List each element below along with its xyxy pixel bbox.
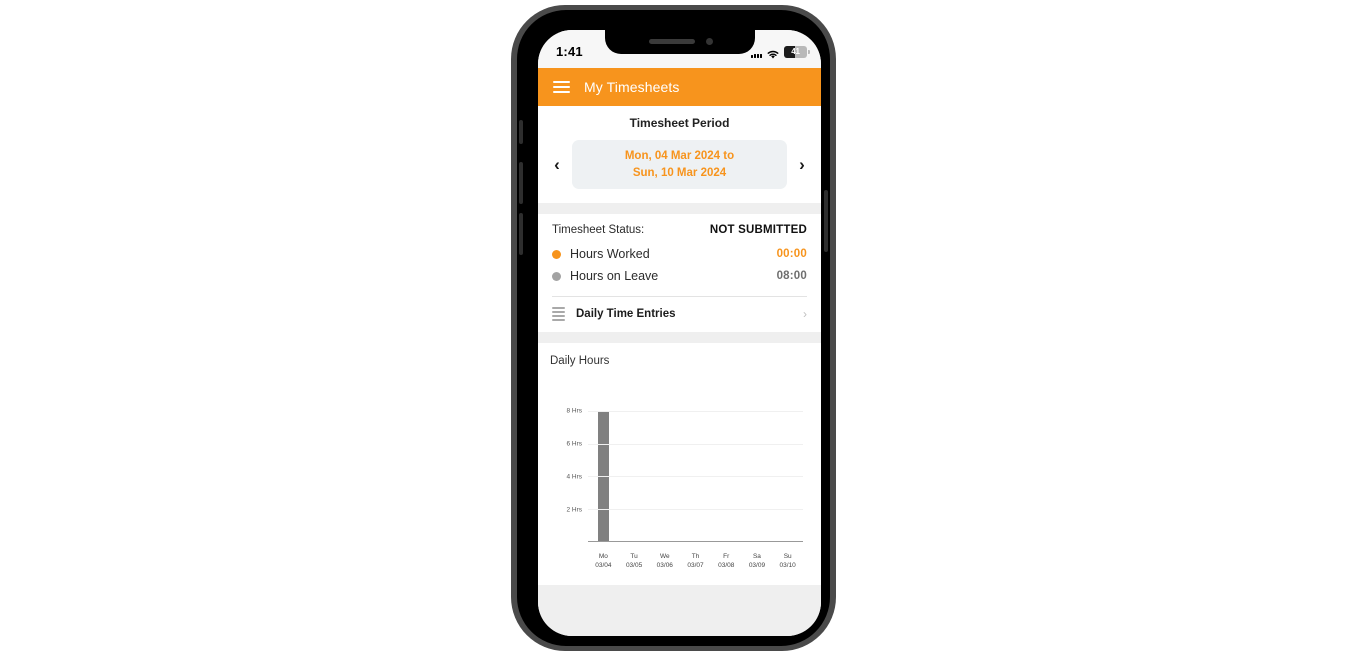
chart-x-tick-day: Tu [630, 552, 638, 560]
chevron-left-icon[interactable]: ‹ [550, 152, 564, 178]
chart-x-tick-day: Su [783, 552, 792, 560]
chart-y-tick-label: 2 Hrs [566, 506, 582, 514]
chart-x-tick-date: 03/08 [718, 561, 735, 569]
chart-x-tick-date: 03/07 [687, 561, 704, 569]
screenshot-stage: 1:41 41 My Timesheets Timesheet Period ‹… [0, 0, 1346, 656]
chart-gridline: 2 Hrs [566, 506, 803, 513]
chart-x-tick-day: Sa [752, 552, 761, 560]
volume-down-button[interactable] [519, 213, 523, 255]
card-spacer [538, 332, 821, 344]
chart-y-tick-label: 6 Hrs [566, 440, 582, 448]
chart-x-tick: Sa 03/09 [742, 552, 773, 571]
chevron-right-icon[interactable]: › [795, 152, 809, 178]
chart-x-tick-day: Th [691, 552, 700, 560]
timesheet-status-card: Timesheet Status: NOT SUBMITTED Hours Wo… [538, 214, 821, 333]
phone-notch [604, 30, 755, 54]
timesheet-period-card: Timesheet Period ‹ Mon, 04 Mar 2024 to S… [538, 106, 821, 204]
status-bar-indicators: 41 [751, 46, 810, 59]
daily-time-entries-row[interactable]: Daily Time Entries › [552, 296, 807, 332]
list-lines-icon [552, 307, 565, 322]
hours-on-leave-label: Hours on Leave [570, 269, 659, 284]
chart-x-axis-labels: Mo 03/04 Tu 03/05 We 03/06 Th 03/07 Fr 03/08 Sa 03/… [588, 552, 803, 571]
hours-worked-value: 00:00 [776, 248, 807, 261]
chart-x-tick: Mo 03/04 [588, 552, 619, 571]
period-range-start: Mon, 04 Mar 2024 to [624, 150, 735, 162]
phone-frame: 1:41 41 My Timesheets Timesheet Period ‹… [511, 5, 836, 651]
silent-switch-button[interactable] [519, 120, 523, 144]
chart-x-tick: Th 03/07 [680, 552, 711, 571]
phone-screen: 1:41 41 My Timesheets Timesheet Period ‹… [538, 30, 821, 636]
app-bar: My Timesheets [538, 68, 821, 106]
page-title: My Timesheets [584, 79, 680, 95]
chart-x-tick-date: 03/04 [595, 561, 612, 569]
chart-gridline: 8 Hrs [566, 408, 803, 415]
chart-y-tick-label: 4 Hrs [566, 473, 582, 481]
wifi-icon [766, 47, 780, 59]
chart-x-tick-day: We [659, 552, 670, 560]
timesheet-period-title: Timesheet Period [629, 116, 730, 130]
battery-percent-label: 41 [791, 47, 800, 56]
chart-x-tick-day: Fr [723, 552, 730, 560]
period-range-pill[interactable]: Mon, 04 Mar 2024 to Sun, 10 Mar 2024 [572, 140, 787, 190]
chart-x-tick-day: Mo [598, 552, 608, 560]
battery-icon: 41 [784, 46, 810, 58]
hours-worked-row: Hours Worked 00:00 [552, 245, 807, 267]
timesheet-status-row: Timesheet Status: NOT SUBMITTED [552, 224, 807, 236]
cellular-signal-icon [751, 49, 762, 58]
chart-x-tick-date: 03/05 [625, 561, 643, 569]
chart-x-tick: Su 03/10 [772, 552, 803, 571]
hours-on-leave-dot-icon [552, 271, 561, 281]
chevron-right-icon: › [803, 307, 807, 322]
phone-body: 1:41 41 My Timesheets Timesheet Period ‹… [517, 10, 830, 646]
chart-x-tick: Tu 03/05 [619, 552, 650, 571]
chart-x-tick: Fr 03/08 [711, 552, 742, 571]
daily-hours-chart-card: Daily Hours 2 Hrs 4 Hrs 6 Hrs 8 Hrs Mo 03/04… [538, 343, 821, 586]
volume-up-button[interactable] [519, 162, 523, 204]
chart-title: Daily Hours [550, 355, 610, 368]
status-bar-time: 1:41 [556, 43, 583, 59]
front-camera-icon [705, 38, 713, 45]
status-badge: NOT SUBMITTED [709, 224, 807, 237]
chart-area: 2 Hrs 4 Hrs 6 Hrs 8 Hrs Mo 03/04 Tu 03/05 We 03/… [550, 373, 809, 578]
chart-x-tick-date: 03/10 [779, 561, 796, 569]
hours-on-leave-value: 08:00 [776, 270, 807, 283]
chart-y-tick-label: 8 Hrs [566, 407, 582, 415]
daily-time-entries-label: Daily Time Entries [576, 308, 676, 321]
chart-x-tick: We 03/06 [649, 552, 680, 571]
card-spacer [538, 203, 821, 215]
earpiece-speaker [648, 39, 695, 44]
chart-plot-area: 2 Hrs 4 Hrs 6 Hrs 8 Hrs [566, 408, 803, 543]
period-selector-row: ‹ Mon, 04 Mar 2024 to Sun, 10 Mar 2024 › [550, 140, 809, 190]
chart-gridline: 4 Hrs [566, 473, 803, 480]
period-range-end: Sun, 10 Mar 2024 [632, 166, 727, 179]
chart-x-tick-date: 03/06 [656, 561, 673, 569]
power-button[interactable] [824, 190, 828, 252]
chart-x-tick-date: 03/09 [748, 561, 766, 569]
hamburger-menu-icon[interactable] [553, 81, 570, 93]
hours-worked-label: Hours Worked [570, 247, 650, 262]
timesheet-status-label: Timesheet Status: [552, 224, 645, 237]
chart-gridline: 6 Hrs [566, 441, 803, 448]
hours-on-leave-row: Hours on Leave 08:00 [552, 267, 807, 289]
main-content: Timesheet Period ‹ Mon, 04 Mar 2024 to S… [538, 106, 821, 636]
hours-worked-dot-icon [552, 249, 561, 259]
